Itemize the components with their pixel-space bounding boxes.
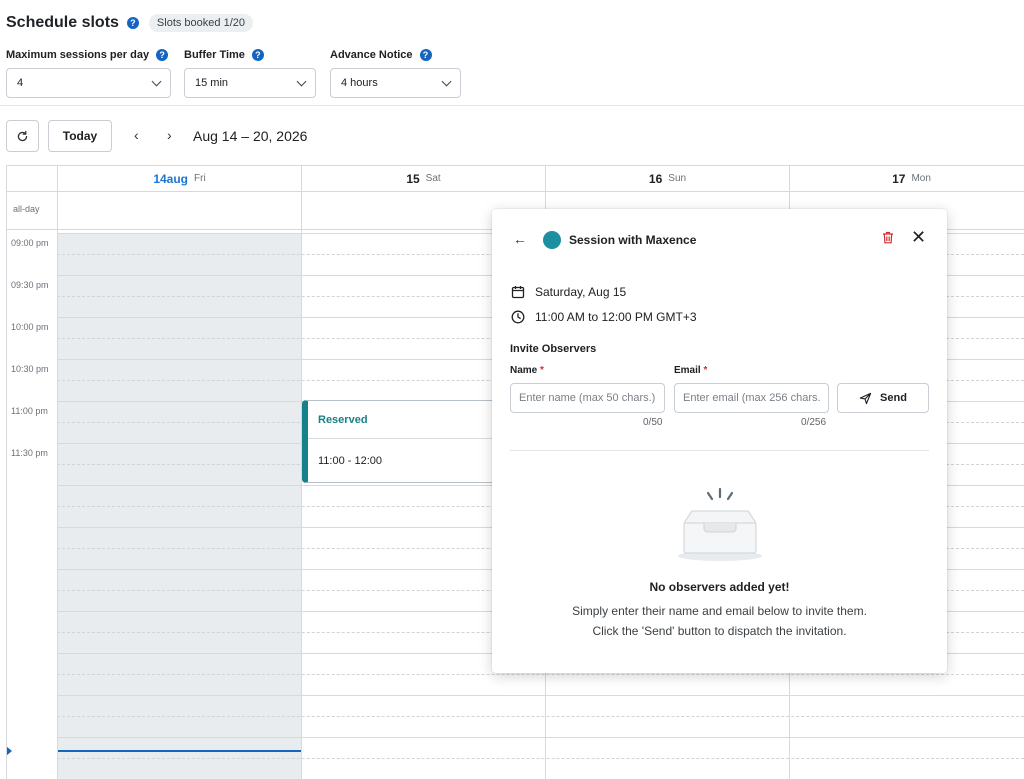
send-label: Send bbox=[880, 392, 907, 404]
page-title: Schedule slots bbox=[6, 14, 119, 31]
trash-icon[interactable] bbox=[882, 231, 894, 249]
time-label: 11:30 pm bbox=[11, 448, 48, 458]
day-name: Sun bbox=[668, 173, 687, 184]
observer-email-input[interactable] bbox=[674, 383, 829, 413]
event-time: 11:00 - 12:00 bbox=[318, 455, 383, 467]
invite-observers-label: Invite Observers bbox=[510, 343, 597, 355]
advance-notice-label-text: Advance Notice bbox=[330, 49, 413, 61]
name-label: Name * bbox=[510, 365, 544, 376]
help-icon[interactable]: ? bbox=[251, 49, 264, 61]
date-range: Aug 14 – 20, 2026 bbox=[193, 128, 308, 144]
empty-state-text: Simply enter their name and email below … bbox=[572, 604, 867, 618]
time-row: 11:00 AM to 12:00 PM GMT+3 bbox=[511, 310, 697, 324]
popup-title: Session with Maxence bbox=[569, 233, 697, 247]
day-name: Fri bbox=[194, 173, 206, 184]
send-invite-button[interactable]: Send bbox=[837, 383, 929, 413]
half-slot-line bbox=[57, 758, 1024, 759]
empty-state-text: Click the 'Send' button to dispatch the … bbox=[592, 624, 847, 638]
time-label: 10:30 pm bbox=[11, 364, 49, 374]
name-label-text: Name bbox=[510, 365, 538, 376]
session-time: 11:00 AM to 12:00 PM GMT+3 bbox=[535, 310, 697, 324]
max-sessions-label-text: Maximum sessions per day bbox=[6, 49, 150, 61]
time-label: 09:00 pm bbox=[11, 238, 49, 248]
half-slot-line bbox=[57, 674, 1024, 675]
current-time-marker bbox=[7, 746, 12, 756]
help-icon[interactable]: ? bbox=[126, 17, 139, 29]
day-number: 14 bbox=[153, 171, 167, 186]
close-icon[interactable]: ✕ bbox=[911, 228, 926, 246]
help-icon[interactable]: ? bbox=[419, 49, 432, 61]
half-slot-line bbox=[57, 716, 1024, 717]
time-label: 09:30 pm bbox=[11, 280, 49, 290]
advance-notice-select[interactable]: 4 hours bbox=[330, 68, 461, 98]
allday-label: all-day bbox=[13, 204, 40, 214]
help-icon[interactable]: ? bbox=[156, 49, 169, 61]
today-button[interactable]: Today bbox=[48, 120, 112, 152]
day-month: aug bbox=[166, 171, 189, 186]
required-mark: * bbox=[703, 365, 708, 376]
event-title: Reserved bbox=[318, 414, 368, 426]
next-week-button[interactable]: › bbox=[167, 127, 172, 143]
back-arrow-icon[interactable]: ← bbox=[513, 231, 527, 247]
refresh-button[interactable] bbox=[6, 120, 39, 152]
day-name: Sat bbox=[425, 173, 441, 184]
clock-icon bbox=[511, 310, 525, 324]
time-label: 11:00 pm bbox=[11, 406, 48, 416]
advance-notice-value: 4 hours bbox=[341, 77, 378, 89]
day-number: 17 bbox=[892, 171, 906, 186]
event-details-popup: ← Session with Maxence ✕ Saturday, Aug 1… bbox=[492, 209, 947, 673]
max-sessions-value: 4 bbox=[17, 77, 24, 89]
divider bbox=[510, 450, 929, 451]
email-label: Email * bbox=[674, 365, 707, 376]
email-char-counter: 0/256 bbox=[801, 417, 827, 428]
title-row: Schedule slots ? Slots booked 1/20 bbox=[6, 12, 253, 34]
refresh-icon bbox=[17, 130, 28, 141]
chevron-down-icon bbox=[296, 76, 307, 86]
current-time-line bbox=[58, 750, 301, 752]
observer-name-input[interactable] bbox=[510, 383, 665, 413]
buffer-time-value: 15 min bbox=[195, 77, 229, 89]
name-char-counter: 0/50 bbox=[643, 417, 663, 428]
column-divider bbox=[57, 192, 58, 779]
prev-week-button[interactable]: ‹ bbox=[134, 127, 139, 143]
slot-line bbox=[57, 695, 1024, 696]
day-name: Mon bbox=[911, 173, 931, 184]
empty-state-title: No observers added yet! bbox=[649, 580, 790, 594]
divider bbox=[0, 105, 1024, 106]
date-row: Saturday, Aug 15 bbox=[511, 285, 626, 299]
buffer-time-label-text: Buffer Time bbox=[184, 49, 245, 61]
buffer-time-select[interactable]: 15 min bbox=[184, 68, 316, 98]
session-color-dot bbox=[543, 231, 561, 249]
slot-line bbox=[57, 737, 1024, 738]
empty-inbox-icon bbox=[678, 487, 762, 561]
day-header-fri[interactable]: 14aug Fri bbox=[58, 166, 302, 192]
time-gutter-header bbox=[7, 166, 58, 192]
day-header-sun[interactable]: 16 Sun bbox=[546, 166, 790, 192]
slots-booked-badge: Slots booked 1/20 bbox=[148, 14, 253, 32]
day-header-mon[interactable]: 17 Mon bbox=[790, 166, 1024, 192]
calendar-icon bbox=[511, 286, 525, 299]
day-number: 15 bbox=[406, 171, 420, 186]
day-header-sat[interactable]: 15 Sat bbox=[302, 166, 546, 192]
required-mark: * bbox=[540, 365, 544, 376]
chevron-down-icon bbox=[441, 76, 452, 86]
email-label-text: Email bbox=[674, 365, 701, 376]
column-divider bbox=[301, 192, 302, 779]
reserved-event[interactable]: Reserved 11:00 - 12:00 bbox=[302, 400, 522, 483]
trash-icon-svg bbox=[883, 231, 893, 244]
time-label: 10:00 pm bbox=[11, 322, 49, 332]
buffer-time-label: Buffer Time ? bbox=[184, 49, 264, 61]
advance-notice-label: Advance Notice ? bbox=[330, 49, 432, 61]
session-date: Saturday, Aug 15 bbox=[535, 285, 627, 299]
chevron-down-icon bbox=[151, 76, 162, 86]
send-icon bbox=[859, 392, 872, 404]
max-sessions-label: Maximum sessions per day ? bbox=[6, 49, 169, 61]
day-number: 16 bbox=[648, 171, 663, 186]
event-divider bbox=[308, 438, 521, 439]
max-sessions-select[interactable]: 4 bbox=[6, 68, 171, 98]
